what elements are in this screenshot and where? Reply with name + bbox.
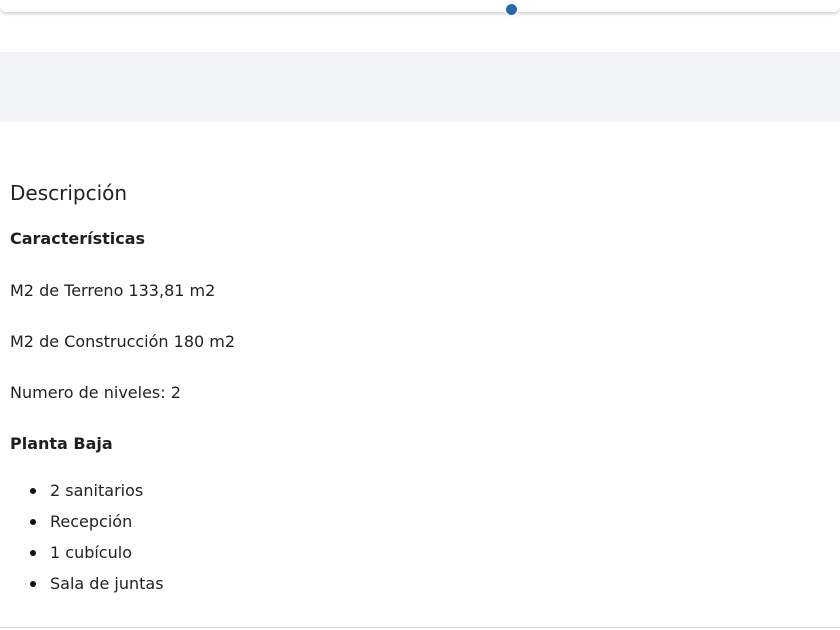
bullet-icon <box>30 581 36 587</box>
bullet-icon <box>30 550 36 556</box>
list-item: 2 sanitarios <box>10 475 830 506</box>
land-area-text: M2 de Terreno 133,81 m2 <box>10 281 216 300</box>
description-section: Descripción Características M2 de Terren… <box>10 176 830 599</box>
description-title: Descripción <box>10 181 128 205</box>
bullet-icon <box>30 488 36 494</box>
bullet-icon <box>30 519 36 525</box>
list-item: Recepción <box>10 506 830 537</box>
ground-floor-list: 2 sanitarios Recepción 1 cubículo Sala d… <box>10 475 830 599</box>
image-carousel-card <box>0 0 840 12</box>
construction-area-text: M2 de Construcción 180 m2 <box>10 332 236 351</box>
list-item: Sala de juntas <box>10 568 830 599</box>
list-item-label: 1 cubículo <box>50 543 132 562</box>
list-item: 1 cubículo <box>10 537 830 568</box>
list-item-label: Recepción <box>50 512 133 531</box>
info-banner <box>0 52 840 122</box>
ground-floor-heading: Planta Baja <box>10 434 113 453</box>
list-item-label: Sala de juntas <box>50 574 164 593</box>
characteristics-heading: Características <box>10 229 146 248</box>
levels-text: Numero de niveles: 2 <box>10 383 181 402</box>
list-item-label: 2 sanitarios <box>50 481 144 500</box>
section-divider <box>0 627 840 628</box>
carousel-indicator-dot[interactable] <box>504 2 519 17</box>
